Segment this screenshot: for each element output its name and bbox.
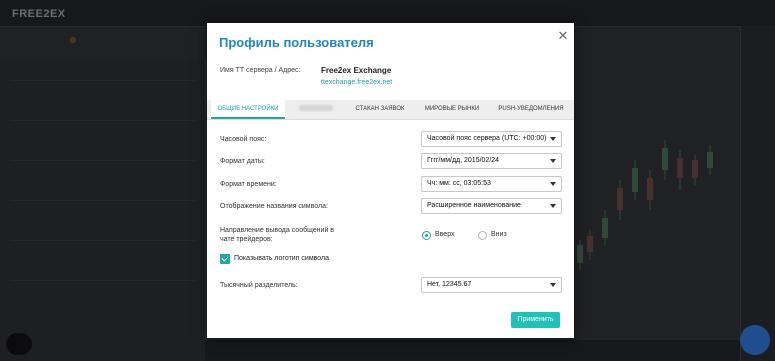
time-format-label: Формат времени: xyxy=(220,181,277,188)
chat-direction-down-radio[interactable] xyxy=(478,231,487,240)
background-row xyxy=(10,280,195,281)
thousands-separator-label: Тысячный разделитель: xyxy=(220,282,298,289)
caret-down-icon xyxy=(550,204,556,208)
background-chart xyxy=(577,140,713,270)
symbol-name-select[interactable]: Расширенное наименование xyxy=(421,198,562,214)
background-dot xyxy=(70,37,76,43)
tab-push-notifications[interactable]: PUSH-УВЕДОМЛЕНИЯ xyxy=(491,100,571,119)
settings-tabs: ОБЩИЕ НАСТРОЙКИ СТАКАН ЗАЯВОК МИРОВЫЕ РЫ… xyxy=(207,100,574,120)
server-url: ttexchange.free2ex.net xyxy=(321,79,393,86)
background-toggle-button xyxy=(6,333,32,355)
background-row xyxy=(10,240,195,241)
date-format-select[interactable]: Гггг/мм/дд, 2015/02/24 xyxy=(421,153,562,169)
server-name: Free2ex Exchange xyxy=(321,66,392,75)
background-row xyxy=(10,160,195,161)
tab-label: СТАКАН ЗАЯВОК xyxy=(355,106,405,112)
chat-direction-down-label: Вниз xyxy=(491,231,507,238)
background-row xyxy=(10,120,195,121)
date-format-label: Формат даты: xyxy=(220,158,265,165)
background-row xyxy=(10,80,195,81)
dialog-title: Профиль пользователя xyxy=(219,35,374,50)
caret-down-icon xyxy=(550,283,556,287)
tab-hidden[interactable] xyxy=(285,100,347,119)
background-row xyxy=(10,200,195,201)
chat-direction-up-label: Вверх xyxy=(435,231,455,238)
thousands-separator-value: Нет, 12345.67 xyxy=(427,281,472,288)
server-label: Имя ТТ сервера / Адрес: xyxy=(220,67,301,74)
timezone-label: Часовой пояс: xyxy=(220,136,267,143)
tab-label: ОБЩИЕ НАСТРОЙКИ xyxy=(217,106,279,112)
dialog-header: Профиль пользователя ✕ xyxy=(207,23,574,68)
tab-label: PUSH-УВЕДОМЛЕНИЯ xyxy=(498,106,564,112)
caret-down-icon xyxy=(550,182,556,186)
background-price-axis xyxy=(740,26,775,361)
time-format-value: Чч: мм: сс, 03:05:53 xyxy=(427,180,491,187)
tab-label xyxy=(299,105,333,112)
timezone-select[interactable]: Часовой пояс сервера (UTC: +00:00) xyxy=(421,131,562,147)
symbol-name-label: Отображение названия символа: xyxy=(220,203,328,210)
background-bottombar xyxy=(205,340,740,361)
symbol-name-value: Расширенное наименование xyxy=(427,202,521,209)
caret-down-icon xyxy=(550,159,556,163)
caret-down-icon xyxy=(550,137,556,141)
time-format-select[interactable]: Чч: мм: сс, 03:05:53 xyxy=(421,176,562,192)
chat-direction-label: Направление вывода сообщений в чате трей… xyxy=(220,227,335,243)
background-logo: FREE2EX xyxy=(12,8,66,20)
timezone-value: Часовой пояс сервера (UTC: +00:00) xyxy=(427,135,547,142)
show-logo-checkbox[interactable] xyxy=(220,254,230,264)
apply-button[interactable]: Применить xyxy=(511,312,560,328)
chat-bubble-icon xyxy=(740,325,770,355)
tab-world-markets[interactable]: МИРОВЫЕ РЫНКИ xyxy=(413,100,491,119)
show-logo-label: Показывать логотип символа xyxy=(234,255,329,262)
thousands-separator-select[interactable]: Нет, 12345.67 xyxy=(421,277,562,293)
close-icon[interactable]: ✕ xyxy=(556,29,570,43)
tab-general-settings[interactable]: ОБЩИЕ НАСТРОЙКИ xyxy=(211,100,285,119)
background-sidebar xyxy=(0,60,206,361)
tab-label: МИРОВЫЕ РЫНКИ xyxy=(424,106,480,112)
user-profile-dialog: Профиль пользователя ✕ Имя ТТ сервера / … xyxy=(207,23,574,338)
tab-order-book[interactable]: СТАКАН ЗАЯВОК xyxy=(347,100,413,119)
date-format-value: Гггг/мм/дд, 2015/02/24 xyxy=(427,157,500,164)
chat-direction-up-radio[interactable] xyxy=(422,231,431,240)
